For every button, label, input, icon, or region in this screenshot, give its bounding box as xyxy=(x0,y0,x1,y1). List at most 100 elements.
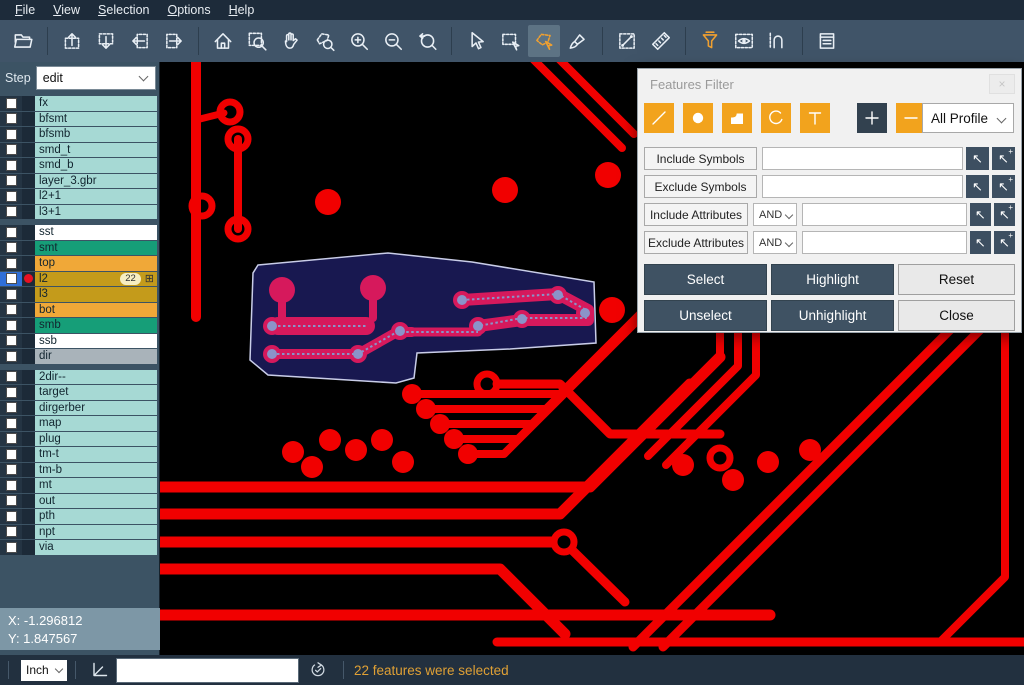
layer-visibility-checkbox[interactable] xyxy=(0,432,22,447)
features-filter-button[interactable] xyxy=(694,25,726,57)
pan-hand-button[interactable] xyxy=(275,25,307,57)
layer-row-smd_b[interactable]: smd_b xyxy=(0,158,160,173)
layer-visibility-checkbox[interactable] xyxy=(0,112,22,127)
angle-corner-icon[interactable] xyxy=(90,660,110,680)
layer-visibility-checkbox[interactable] xyxy=(0,205,22,220)
step-select[interactable]: edit xyxy=(36,66,156,90)
menu-view[interactable]: View xyxy=(44,3,89,17)
layer-name[interactable]: smd_b xyxy=(35,158,157,173)
layer-row-2dir--[interactable]: 2dir-- xyxy=(0,370,160,385)
layer-visibility-checkbox[interactable] xyxy=(0,540,22,555)
layer-name[interactable]: tm-t xyxy=(35,447,157,462)
include-symbols-pick-add-button[interactable]: ↖+ xyxy=(992,147,1015,170)
layer-name[interactable]: top xyxy=(35,256,157,271)
home-view-button[interactable] xyxy=(207,25,239,57)
measure-distance-button[interactable] xyxy=(611,25,643,57)
layer-name[interactable]: sst xyxy=(35,225,157,240)
layer-row-bfsmb[interactable]: bfsmb xyxy=(0,127,160,142)
layer-name[interactable]: tm-b xyxy=(35,463,157,478)
layer-row-top[interactable]: top xyxy=(0,256,160,271)
exclude-symbols-pick-add-button[interactable]: ↖+ xyxy=(992,175,1015,198)
zoom-in-button[interactable] xyxy=(343,25,375,57)
profile-select[interactable]: All Profile xyxy=(922,103,1014,133)
layer-row-layer_3.gbr[interactable]: layer_3.gbr xyxy=(0,174,160,189)
layer-name[interactable]: out xyxy=(35,494,157,509)
layer-visibility-checkbox[interactable] xyxy=(0,174,22,189)
layer-visibility-checkbox[interactable] xyxy=(0,241,22,256)
menu-file[interactable]: File xyxy=(6,3,44,17)
layer-row-via[interactable]: via xyxy=(0,540,160,555)
layer-name[interactable]: l3+1 xyxy=(35,205,157,220)
sync-check-icon[interactable] xyxy=(309,661,327,679)
select-polygon-button[interactable] xyxy=(528,25,560,57)
layer-visibility-checkbox[interactable] xyxy=(0,509,22,524)
exclude-symbols-pick-button[interactable]: ↖ xyxy=(966,175,989,198)
unselect-button[interactable]: Unselect xyxy=(644,300,767,331)
layer-visibility-checkbox[interactable] xyxy=(0,401,22,416)
layer-name[interactable]: smt xyxy=(35,241,157,256)
layer-name[interactable]: l3 xyxy=(35,287,157,302)
ruler-button[interactable] xyxy=(645,25,677,57)
close-button[interactable]: Close xyxy=(898,300,1015,331)
layer-visibility-checkbox[interactable] xyxy=(0,189,22,204)
layer-row-bfsmt[interactable]: bfsmt xyxy=(0,112,160,127)
exclude-attributes-input[interactable] xyxy=(802,231,967,254)
layer-row-tm-t[interactable]: tm-t xyxy=(0,447,160,462)
snap-magnet-button[interactable] xyxy=(762,25,794,57)
view-left-button[interactable] xyxy=(124,25,156,57)
open-folder-button[interactable] xyxy=(7,25,39,57)
layer-visibility-checkbox[interactable] xyxy=(0,143,22,158)
layer-name[interactable]: map xyxy=(35,416,157,431)
unit-select[interactable]: Inch xyxy=(21,660,67,681)
include-symbols-input[interactable] xyxy=(762,147,963,170)
layer-visibility-checkbox[interactable] xyxy=(0,463,22,478)
layer-visibility-checkbox[interactable] xyxy=(0,349,22,364)
layer-name[interactable]: plug xyxy=(35,432,157,447)
exclude-symbols-input[interactable] xyxy=(762,175,963,198)
layer-row-target[interactable]: target xyxy=(0,385,160,400)
unhighlight-button[interactable]: Unhighlight xyxy=(771,300,894,331)
clear-highlight-brush-button[interactable] xyxy=(562,25,594,57)
draw-text-button[interactable] xyxy=(800,103,830,133)
add-plus-button[interactable] xyxy=(857,103,887,133)
layer-visibility-checkbox[interactable] xyxy=(0,96,22,111)
layer-row-l2[interactable]: l222⊞ xyxy=(0,272,160,287)
command-input[interactable] xyxy=(116,658,299,683)
select-button[interactable]: Select xyxy=(644,264,767,295)
include-symbols-button[interactable]: Include Symbols xyxy=(644,147,757,170)
layer-name[interactable]: l222⊞ xyxy=(35,272,157,287)
exclude-attributes-pick-add-button[interactable]: ↖+ xyxy=(994,231,1015,254)
layer-row-l3[interactable]: l3 xyxy=(0,287,160,302)
layer-name[interactable]: target xyxy=(35,385,157,400)
layer-row-npt[interactable]: npt xyxy=(0,525,160,540)
layer-visibility-checkbox[interactable] xyxy=(0,287,22,302)
layers-panel-button[interactable] xyxy=(811,25,843,57)
layer-row-l2+1[interactable]: l2+1 xyxy=(0,189,160,204)
layer-name[interactable]: l2+1 xyxy=(35,189,157,204)
menu-selection[interactable]: Selection xyxy=(89,3,158,17)
select-rect-button[interactable] xyxy=(494,25,526,57)
dialog-close-button[interactable]: × xyxy=(989,74,1015,94)
layer-name[interactable]: bfsmb xyxy=(35,127,157,142)
draw-arc-button[interactable] xyxy=(761,103,791,133)
view-right-button[interactable] xyxy=(158,25,190,57)
layer-row-out[interactable]: out xyxy=(0,494,160,509)
layer-row-l3+1[interactable]: l3+1 xyxy=(0,205,160,220)
grid-icon[interactable]: ⊞ xyxy=(145,273,154,285)
layer-row-dir[interactable]: dir xyxy=(0,349,160,364)
include-attributes-input[interactable] xyxy=(802,203,967,226)
layer-name[interactable]: pth xyxy=(35,509,157,524)
layer-visibility-checkbox[interactable] xyxy=(0,158,22,173)
layer-visibility-checkbox[interactable] xyxy=(0,447,22,462)
layer-row-dirgerber[interactable]: dirgerber xyxy=(0,401,160,416)
zoom-area-button[interactable] xyxy=(241,25,273,57)
exclude-attributes-button[interactable]: Exclude Attributes xyxy=(644,231,748,254)
layer-row-ssb[interactable]: ssb xyxy=(0,334,160,349)
layer-visibility-checkbox[interactable] xyxy=(0,272,22,287)
layer-row-pth[interactable]: pth xyxy=(0,509,160,524)
include-attributes-operator-select[interactable]: AND xyxy=(753,203,797,226)
layer-row-fx[interactable]: fx xyxy=(0,96,160,111)
layer-name[interactable]: ssb xyxy=(35,334,157,349)
layer-name[interactable]: bot xyxy=(35,303,157,318)
view-up-button[interactable] xyxy=(56,25,88,57)
